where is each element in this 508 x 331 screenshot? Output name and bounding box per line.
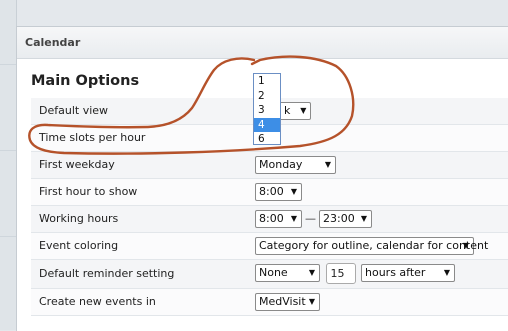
left-sidebar-strip bbox=[0, 0, 17, 330]
event-coloring-value: Category for outline, calendar for conte… bbox=[259, 239, 489, 252]
chevron-down-icon: ▼ bbox=[360, 214, 367, 223]
working-hours-from-select[interactable]: 8:00 ▼ bbox=[255, 210, 302, 228]
time-slot-option[interactable]: 2 bbox=[254, 89, 280, 104]
reminder-amount-input[interactable]: 15 bbox=[325, 263, 356, 284]
first-hour-value: 8:00 bbox=[259, 185, 284, 198]
row-event-coloring: Event coloring Category for outline, cal… bbox=[31, 233, 508, 260]
create-events-label: Create new events in bbox=[39, 295, 156, 308]
time-slot-option[interactable]: 6 bbox=[254, 132, 280, 147]
first-hour-label: First hour to show bbox=[39, 185, 138, 198]
row-working-hours: Working hours 8:00 ▼ — 23:00 ▼ bbox=[31, 206, 508, 233]
default-reminder-label: Default reminder setting bbox=[39, 267, 175, 280]
chevron-down-icon: ▼ bbox=[290, 187, 297, 196]
working-hours-separator: — bbox=[305, 212, 316, 225]
sidebar-divider bbox=[0, 150, 16, 151]
time-slot-option[interactable]: 3 bbox=[254, 103, 280, 118]
calendar-target-select[interactable]: MedVisit ▼ bbox=[255, 293, 320, 311]
working-hours-to-select[interactable]: 23:00 ▼ bbox=[319, 210, 372, 228]
reminder-unit-select[interactable]: hours after ▼ bbox=[361, 264, 455, 282]
time-slots-listbox[interactable]: 1 2 3 4 6 bbox=[253, 73, 281, 145]
first-weekday-value: Monday bbox=[259, 158, 303, 171]
event-coloring-select[interactable]: Category for outline, calendar for conte… bbox=[255, 237, 488, 255]
row-first-weekday: First weekday Monday ▼ bbox=[31, 152, 508, 179]
chevron-down-icon: ▼ bbox=[324, 160, 331, 169]
chevron-down-icon: ▼ bbox=[443, 268, 450, 277]
event-coloring-label: Event coloring bbox=[39, 239, 119, 252]
reminder-type-value: None bbox=[259, 266, 288, 279]
first-weekday-label: First weekday bbox=[39, 158, 115, 171]
panel-header: Calendar bbox=[17, 27, 508, 59]
sidebar-divider bbox=[0, 64, 16, 65]
chevron-down-icon: ▼ bbox=[290, 214, 297, 223]
row-create-events-in: Create new events in MedVisit ▼ bbox=[31, 289, 508, 316]
row-default-reminder: Default reminder setting None ▼ 15 hours… bbox=[31, 260, 508, 289]
time-slots-label: Time slots per hour bbox=[39, 131, 146, 144]
section-title: Main Options bbox=[31, 73, 140, 89]
row-first-hour: First hour to show 8:00 ▼ bbox=[31, 179, 508, 206]
default-view-label: Default view bbox=[39, 104, 109, 117]
default-view-value: k bbox=[284, 104, 291, 117]
first-hour-select[interactable]: 8:00 ▼ bbox=[255, 183, 302, 201]
chevron-down-icon: ▼ bbox=[462, 241, 469, 250]
working-hours-from-value: 8:00 bbox=[259, 212, 284, 225]
chevron-down-icon: ▼ bbox=[308, 297, 315, 306]
time-slot-option[interactable]: 1 bbox=[254, 74, 280, 89]
first-weekday-select[interactable]: Monday ▼ bbox=[255, 156, 336, 174]
working-hours-label: Working hours bbox=[39, 212, 119, 225]
time-slot-option-selected[interactable]: 4 bbox=[254, 117, 280, 132]
chevron-down-icon: ▼ bbox=[308, 268, 315, 277]
calendar-target-value: MedVisit bbox=[259, 295, 306, 308]
reminder-unit-value: hours after bbox=[365, 266, 426, 279]
calendar-settings-panel: Calendar Main Options Default view k ▼ T… bbox=[16, 26, 508, 331]
working-hours-to-value: 23:00 bbox=[323, 212, 355, 225]
chevron-down-icon: ▼ bbox=[300, 106, 307, 115]
reminder-type-select[interactable]: None ▼ bbox=[255, 264, 320, 282]
sidebar-divider bbox=[0, 236, 16, 237]
